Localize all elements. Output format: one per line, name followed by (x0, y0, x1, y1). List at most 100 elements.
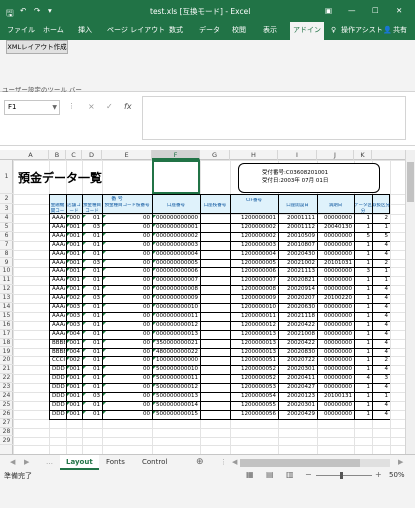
data-cell[interactable]: AAAA (50, 259, 65, 268)
data-cell[interactable]: 1 (373, 276, 389, 285)
data-cell[interactable]: 000000000007 (153, 276, 199, 285)
data-cell[interactable]: 20020411 (279, 374, 316, 383)
data-cell[interactable]: 00000000 (318, 374, 353, 383)
data-cell[interactable]: 20020830 (279, 348, 316, 357)
data-cell[interactable]: 4 (373, 348, 389, 357)
horizontal-scrollbar[interactable] (240, 459, 390, 467)
data-cell[interactable]: 20020422 (279, 339, 316, 348)
data-cell[interactable]: 3 (373, 374, 389, 383)
data-cell[interactable]: 20020301 (279, 365, 316, 374)
data-cell[interactable]: 00 (103, 259, 151, 268)
data-cell[interactable]: 1200000051 (231, 356, 277, 365)
data-cell[interactable]: AAAA (50, 321, 65, 330)
selected-cell-f1[interactable] (152, 160, 200, 194)
data-cell[interactable]: 20100131 (318, 392, 353, 401)
data-cell[interactable]: 500000000014 (153, 401, 199, 410)
data-cell[interactable]: 20020430 (279, 250, 316, 259)
tab-home[interactable]: ホーム (40, 24, 67, 38)
data-cell[interactable]: AAAA (50, 294, 65, 303)
data-cell[interactable]: 00 (103, 365, 151, 374)
tab-review[interactable]: 校閲 (229, 24, 249, 38)
page-layout-view-icon[interactable]: ▤ (266, 470, 274, 479)
data-cell[interactable]: 3 (355, 267, 371, 276)
tell-me[interactable]: 操作アシスト (338, 24, 386, 38)
data-cell[interactable]: 000000000013 (153, 330, 199, 339)
close-icon[interactable]: ✕ (396, 6, 402, 15)
data-cell[interactable]: 00 (103, 312, 151, 321)
data-cell[interactable]: 1 (355, 223, 371, 232)
data-cell[interactable]: 00000000 (318, 383, 353, 392)
data-cell[interactable]: 1 (355, 214, 371, 223)
data-cell[interactable]: 00000000 (318, 312, 353, 321)
data-cell[interactable]: 20100220 (318, 294, 353, 303)
data-cell[interactable]: 20010509 (279, 232, 316, 241)
data-cell[interactable]: DDDD (50, 374, 65, 383)
data-cell[interactable]: 1200000010 (231, 303, 277, 312)
data-cell[interactable]: 00000000 (318, 339, 353, 348)
data-cell[interactable]: 4 (355, 374, 371, 383)
data-cell[interactable]: 00000000 (318, 241, 353, 250)
data-cell[interactable]: 4 (373, 383, 389, 392)
data-cell[interactable]: 000000000003 (153, 241, 199, 250)
data-cell[interactable]: 500000000010 (153, 365, 199, 374)
tab-page-layout[interactable]: ページ レイアウト (104, 24, 168, 38)
data-cell[interactable]: AAAA (50, 267, 65, 276)
data-cell[interactable]: 00 (103, 241, 151, 250)
data-cell[interactable]: 1 (355, 312, 371, 321)
data-cell[interactable]: 1200000056 (231, 410, 277, 419)
data-cell[interactable]: 480000000022 (153, 348, 199, 357)
tab-insert[interactable]: 挿入 (75, 24, 95, 38)
data-cell[interactable]: 1 (355, 410, 371, 419)
tab-data[interactable]: データ (196, 24, 223, 38)
data-cell[interactable]: 500000000011 (153, 374, 199, 383)
data-cell[interactable]: 1 (373, 223, 389, 232)
data-cell[interactable]: 000000000005 (153, 259, 199, 268)
data-cell[interactable]: 20021008 (279, 330, 316, 339)
data-cell[interactable]: 500000000013 (153, 392, 199, 401)
data-cell[interactable]: 4 (373, 250, 389, 259)
data-cell[interactable]: 4 (373, 339, 389, 348)
data-cell[interactable]: 00 (103, 392, 151, 401)
data-cell[interactable]: 00000000 (318, 321, 353, 330)
tab-formulas[interactable]: 数式 (166, 24, 186, 38)
data-cell[interactable]: 20020207 (279, 294, 316, 303)
data-cell[interactable]: 1 (355, 294, 371, 303)
data-cell[interactable]: 1 (355, 241, 371, 250)
zoom-in-icon[interactable]: + (375, 470, 382, 479)
data-cell[interactable]: 500000000015 (153, 410, 199, 419)
data-cell[interactable]: 000000000009 (153, 294, 199, 303)
data-cell[interactable]: 20020429 (279, 410, 316, 419)
data-cell[interactable]: 500000000012 (153, 383, 199, 392)
data-cell[interactable]: 00 (103, 410, 151, 419)
data-cell[interactable]: 1 (355, 348, 371, 357)
data-cell[interactable]: 00 (103, 250, 151, 259)
data-cell[interactable]: 20020821 (279, 276, 316, 285)
data-cell[interactable]: 1200000052 (231, 374, 277, 383)
data-cell[interactable]: 00 (103, 348, 151, 357)
data-cell[interactable]: 00 (103, 214, 151, 223)
data-cell[interactable]: 1200000008 (231, 285, 277, 294)
data-cell[interactable]: 20040130 (318, 223, 353, 232)
data-cell[interactable]: AAAA (50, 223, 65, 232)
hscroll-thumb[interactable] (240, 459, 360, 467)
data-cell[interactable]: 20020722 (279, 356, 316, 365)
data-cell[interactable]: 000000000011 (153, 312, 199, 321)
data-cell[interactable]: AAAA (50, 214, 65, 223)
data-cell[interactable]: 4 (373, 410, 389, 419)
name-box[interactable]: F1 ▼ (4, 100, 60, 115)
data-cell[interactable]: 1200000001 (231, 214, 277, 223)
data-cell[interactable]: 1 (355, 330, 371, 339)
data-cell[interactable]: 00 (103, 374, 151, 383)
data-cell[interactable]: 00000000 (318, 214, 353, 223)
data-cell[interactable]: AAAA (50, 330, 65, 339)
data-cell[interactable]: 00 (103, 330, 151, 339)
vertical-scrollbar[interactable] (405, 150, 415, 454)
data-cell[interactable]: 00000000 (318, 303, 353, 312)
data-cell[interactable]: BBBB (50, 339, 65, 348)
data-cell[interactable]: 2 (373, 356, 389, 365)
data-cell[interactable]: 00 (103, 294, 151, 303)
ribbon-display-icon[interactable]: ▣ (325, 6, 332, 15)
enter-icon[interactable]: ✓ (106, 102, 113, 111)
data-cell[interactable]: AAAA (50, 303, 65, 312)
data-cell[interactable]: 1 (355, 259, 371, 268)
